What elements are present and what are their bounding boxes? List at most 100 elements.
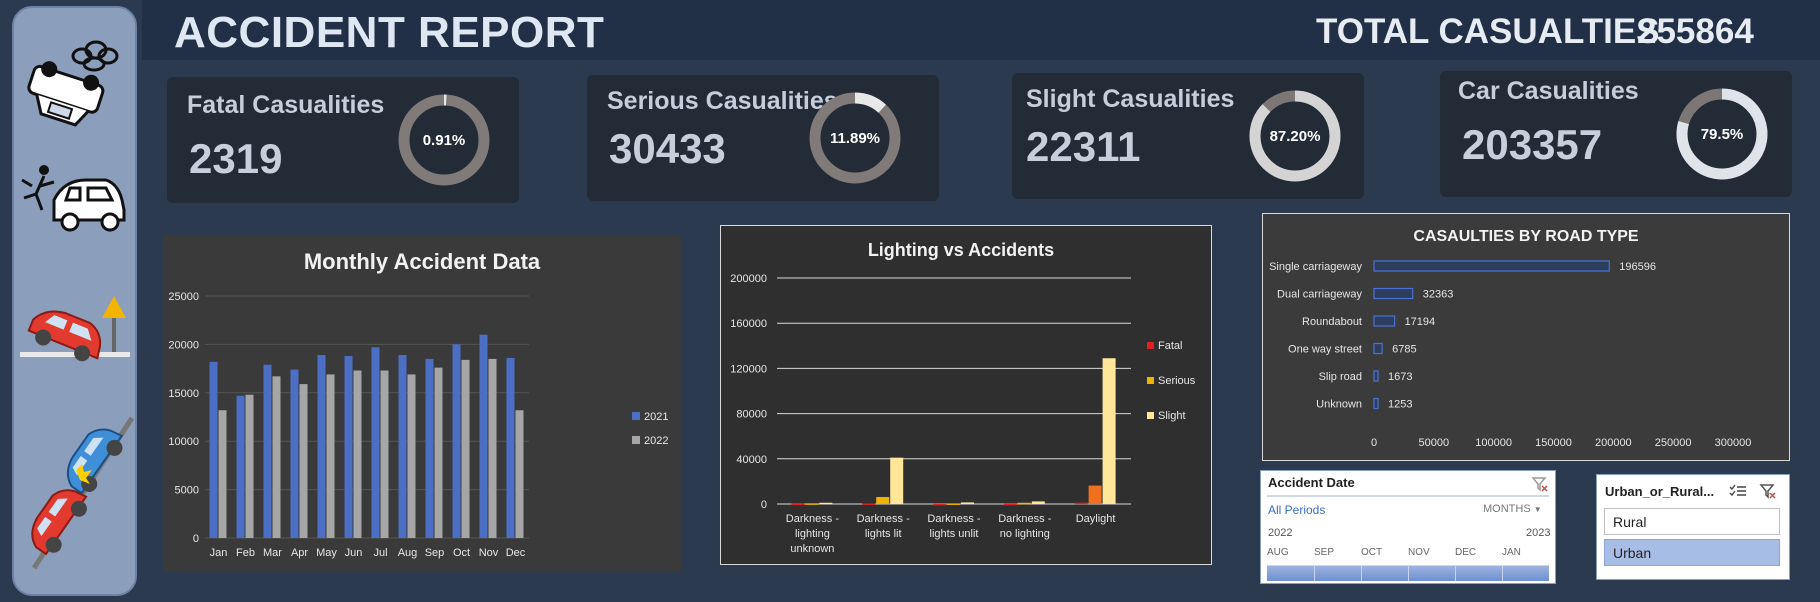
bar-2021 — [371, 347, 380, 538]
bar-Fatal — [1074, 502, 1088, 505]
bar-2022 — [515, 410, 524, 538]
kpi-donut: 11.89% — [809, 92, 901, 184]
month-label: SEP — [1314, 547, 1335, 558]
kpi-percent: 87.20% — [1270, 128, 1321, 145]
y-tick-label: Unknown — [1316, 399, 1362, 411]
y-tick-label: 120000 — [730, 363, 767, 375]
x-tick-label: 100000 — [1475, 437, 1512, 449]
car-collision-icon — [31, 416, 135, 570]
bar-2022 — [380, 370, 389, 538]
accident-date-slicer[interactable]: Accident Date All Periods MONTHS ▼ 2022 … — [1260, 470, 1556, 584]
kpi-label: Fatal Casualities — [187, 91, 385, 119]
x-tick-label: Jan — [210, 547, 228, 559]
legend-label: 2021 — [644, 411, 668, 423]
y-tick-label: Dual carriageway — [1277, 289, 1362, 301]
slicer-item-urban[interactable]: Urban — [1604, 539, 1780, 566]
kpi-value: 2319 — [189, 135, 283, 182]
bar — [1373, 260, 1610, 272]
bar-2021 — [506, 357, 515, 538]
x-tick-label: 300000 — [1715, 437, 1752, 449]
bar-2022 — [272, 376, 281, 538]
clear-filter-icon[interactable] — [1759, 482, 1777, 500]
kpi-card-serious: Serious Casualities 30433 11.89% — [587, 75, 939, 201]
bar-Slight — [1102, 358, 1116, 504]
bar-2021 — [452, 344, 461, 538]
y-tick-label: Single carriageway — [1269, 261, 1362, 273]
sidebar — [12, 6, 137, 596]
y-tick-label: Roundabout — [1302, 316, 1362, 328]
header-bar: ACCIDENT REPORT TOTAL CASUALTIES 255864 — [142, 0, 1820, 60]
y-tick-label: 5000 — [175, 485, 199, 497]
period-unit-dropdown[interactable]: MONTHS ▼ — [1483, 503, 1542, 515]
bar-2022 — [407, 374, 416, 538]
clear-filter-icon[interactable] — [1531, 475, 1549, 493]
x-tick-label: 50000 — [1419, 437, 1450, 449]
bar-2021 — [290, 369, 299, 538]
slicer-item-label: Urban — [1613, 545, 1652, 561]
bar — [1373, 342, 1383, 355]
kpi-value: 22311 — [1026, 123, 1141, 170]
multi-select-icon[interactable] — [1729, 483, 1747, 499]
data-label: 1673 — [1388, 371, 1412, 383]
lighting-accidents-chart: Lighting vs Accidents 0 40000 80000 120000 1… — [730, 240, 1196, 555]
bar — [1373, 287, 1414, 300]
x-tick-label: Darkness -lighting unknown — [786, 513, 840, 555]
bar-Fatal — [933, 503, 946, 506]
slicer-title: Accident Date — [1268, 475, 1355, 490]
monthly-chart-panel: Monthly Accident Data 0 5000 10000 15000 200… — [163, 236, 681, 571]
legend-swatch — [1147, 412, 1154, 419]
month-label: JAN — [1502, 547, 1521, 558]
bar-2021 — [236, 395, 245, 538]
all-periods-link[interactable]: All Periods — [1268, 503, 1325, 517]
total-casualties-label: TOTAL CASUALTIES — [1316, 12, 1660, 51]
slicer-item-rural[interactable]: Rural — [1604, 508, 1780, 535]
bar — [1373, 397, 1379, 410]
bar-Serious — [947, 503, 960, 505]
bar-Serious — [876, 496, 890, 504]
kpi-label: Serious Casualities — [607, 87, 838, 115]
y-tick-label: 20000 — [168, 339, 199, 351]
bar-2022 — [434, 367, 443, 538]
legend-label: Serious — [1158, 375, 1196, 387]
data-label: 32363 — [1423, 289, 1454, 301]
year-left: 2022 — [1268, 527, 1293, 539]
chart-title: CASAULTIES BY ROAD TYPE — [1413, 228, 1639, 245]
kpi-label: Slight Casualities — [1026, 85, 1235, 113]
x-tick-label: Oct — [453, 547, 470, 559]
timeline-bar[interactable] — [1267, 565, 1549, 581]
bar-2021 — [263, 364, 272, 538]
x-tick-label: Jul — [373, 547, 387, 559]
x-tick-label: 250000 — [1655, 437, 1692, 449]
x-tick-label: 0 — [1371, 437, 1377, 449]
bar-2022 — [299, 384, 308, 538]
x-tick-label: Apr — [291, 547, 308, 559]
slicer-title: Urban_or_Rural... — [1605, 484, 1715, 499]
car-crash-sign-icon — [20, 296, 130, 362]
x-tick-label: Darkness -lights lit — [857, 513, 911, 540]
x-tick-label: Aug — [398, 547, 418, 559]
overturned-car-icon — [27, 40, 119, 127]
urban-rural-slicer[interactable]: Urban_or_Rural... Rural Urban — [1596, 474, 1790, 580]
bar-2021 — [209, 361, 218, 538]
y-tick-label: 10000 — [168, 436, 199, 448]
legend-swatch — [1147, 342, 1154, 349]
bar-2022 — [488, 358, 497, 538]
kpi-donut: 79.5% — [1676, 88, 1768, 180]
y-tick-label: 40000 — [736, 454, 767, 466]
year-right: 2023 — [1526, 527, 1551, 539]
chart-title: Lighting vs Accidents — [868, 240, 1054, 260]
y-tick-label: 25000 — [168, 291, 199, 303]
kpi-label: Car Casualities — [1458, 77, 1639, 105]
data-label: 1253 — [1388, 399, 1412, 411]
legend-label: Slight — [1158, 410, 1186, 422]
bar-Slight — [890, 457, 904, 504]
data-label: 196596 — [1619, 261, 1656, 273]
bar-Fatal — [791, 503, 805, 506]
bar-2021 — [479, 334, 488, 538]
chart-title: Monthly Accident Data — [304, 249, 541, 274]
y-tick-label: Slip road — [1319, 371, 1362, 383]
y-tick-label: 0 — [761, 499, 767, 511]
month-row: AUG SEP OCT NOV DEC JAN — [1267, 547, 1549, 561]
y-tick-label: 200000 — [730, 273, 767, 285]
lighting-chart-panel: Lighting vs Accidents 0 40000 80000 120000 1… — [720, 225, 1212, 565]
